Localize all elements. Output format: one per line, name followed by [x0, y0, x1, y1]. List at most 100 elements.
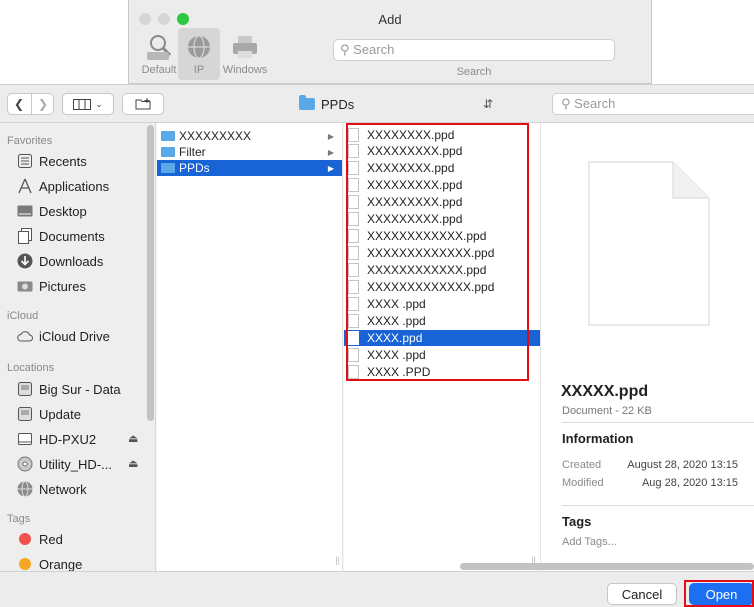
sidebar-header-locations: Locations [7, 362, 55, 374]
sidebar-item-hd-pxu2[interactable]: HD-PXU2 [17, 428, 96, 450]
sidebar-item-label: Recents [39, 153, 87, 169]
preview-pane: XXXXX.ppd Document - 22 KB Information C… [540, 123, 754, 571]
sidebar-item-pictures[interactable]: Pictures [17, 275, 86, 297]
modified-label: Modified [562, 477, 604, 489]
sidebar-item-label: iCloud Drive [39, 328, 110, 344]
created-value: August 28, 2020 13:15 [627, 459, 738, 471]
sidebar-item-applications[interactable]: Applications [17, 175, 109, 197]
printer-icon [233, 36, 257, 58]
columns-view-icon [73, 98, 92, 110]
forward-icon[interactable]: ❯ [38, 97, 48, 111]
sidebar-item-icloud-drive[interactable]: iCloud Drive [17, 325, 110, 347]
dialog-toolbar: ❮ ❯ ⌄ PPDs ⇵ ⚲ Search [0, 85, 754, 123]
new-folder-button[interactable] [122, 93, 164, 115]
column-resize-grip[interactable]: || [335, 555, 340, 565]
back-forward-control: ❮ ❯ [7, 93, 54, 115]
sidebar-item-utility-hd[interactable]: Utility_HD-... [17, 453, 112, 475]
disclosure-arrow-icon: ▶ [327, 131, 334, 141]
list-item-label: XXXXXXXXX [179, 129, 252, 143]
view-mode-button[interactable]: ⌄ [62, 93, 114, 115]
list-item[interactable]: Filter ▶ [157, 144, 342, 160]
updown-chevron-icon: ⇵ [482, 97, 493, 111]
file-list-highlight [346, 123, 529, 381]
default-printer-icon [147, 35, 172, 60]
sidebar-tag-red[interactable]: Red [17, 528, 63, 550]
sidebar-scrollbar[interactable] [147, 125, 154, 421]
documents-icon [18, 228, 32, 244]
tool-windows[interactable]: Windows [219, 28, 271, 80]
sidebar: Favorites Recents Applications Desktop D… [0, 123, 156, 571]
sidebar-header-tags: Tags [7, 513, 31, 525]
tool-ip[interactable]: IP [178, 28, 220, 80]
sidebar-item-label: Desktop [39, 203, 87, 219]
disk-icon [18, 407, 32, 421]
tool-windows-label: Windows [222, 64, 268, 76]
disclosure-arrow-icon: ▶ [327, 147, 334, 157]
cloud-icon [17, 331, 33, 342]
folder-icon [161, 163, 175, 173]
sidebar-item-network[interactable]: Network [17, 478, 87, 500]
desktop-icon [17, 205, 33, 217]
folder-icon [161, 131, 175, 141]
window-title: Add [378, 12, 402, 27]
sidebar-item-label: Pictures [39, 278, 86, 294]
sidebar-tag-orange[interactable]: Orange [17, 553, 82, 571]
sidebar-header-icloud: iCloud [7, 310, 39, 322]
external-drive-icon [18, 433, 32, 445]
sidebar-item-desktop[interactable]: Desktop [17, 200, 87, 222]
list-item[interactable]: PPDs ▶ [157, 160, 342, 176]
location-popup[interactable]: PPDs ⇵ [285, 93, 497, 115]
printer-search-field[interactable]: ⚲ Search [333, 39, 615, 61]
sidebar-item-update[interactable]: Update [17, 403, 81, 425]
disclosure-arrow-icon: ▶ [327, 163, 334, 173]
recents-icon [18, 154, 32, 168]
add-printer-window: Add Default IP Windows ⚲ Search Search [128, 0, 652, 84]
sidebar-item-label: Orange [39, 556, 83, 572]
chevron-down-icon: ⌄ [95, 98, 103, 109]
list-item[interactable]: XXXXXXXXX ▶ [157, 128, 342, 144]
cancel-button[interactable]: Cancel [607, 583, 677, 605]
printer-search-caption: Search [456, 66, 492, 78]
sidebar-item-recents[interactable]: Recents [17, 150, 87, 172]
disk-icon [18, 382, 32, 396]
divider [562, 422, 754, 423]
globe-icon [188, 35, 210, 59]
folder-icon [161, 147, 175, 157]
applications-icon [18, 178, 32, 194]
document-preview-icon [588, 161, 710, 326]
sidebar-item-label: Update [39, 406, 81, 422]
sidebar-item-downloads[interactable]: Downloads [17, 250, 103, 272]
pictures-icon [17, 281, 33, 292]
back-icon[interactable]: ❮ [14, 97, 24, 111]
search-field[interactable]: ⚲ Search [552, 93, 754, 115]
modified-value: Aug 28, 2020 13:15 [641, 477, 738, 489]
sidebar-item-big-sur-data[interactable]: Big Sur - Data [17, 378, 121, 400]
magnifier-icon: ⚲ [340, 42, 350, 57]
tool-ip-label: IP [193, 64, 205, 76]
orange-tag-dot-icon [19, 558, 31, 570]
open-button-highlight [684, 580, 754, 607]
divider [562, 505, 754, 506]
list-item-label: PPDs [179, 161, 210, 175]
preview-file-name: XXXXX.ppd [561, 383, 649, 400]
eject-icon[interactable]: ⏏ [128, 457, 138, 470]
red-tag-dot-icon [19, 533, 31, 545]
created-label: Created [562, 459, 602, 471]
location-label: PPDs [321, 96, 355, 112]
sidebar-item-label: Network [39, 481, 87, 497]
browser-column-1: XXXXXXXXX ▶ Filter ▶ PPDs ▶ || [157, 123, 343, 571]
list-item-label: Filter [179, 145, 206, 159]
sidebar-item-label: Red [39, 531, 63, 547]
sidebar-item-label: Downloads [39, 253, 104, 269]
tags-header: Tags [562, 514, 592, 529]
add-tags-field[interactable]: Add Tags... [562, 536, 617, 548]
sidebar-item-label: HD-PXU2 [39, 431, 97, 447]
information-header: Information [562, 431, 634, 446]
magnifier-icon: ⚲ [561, 96, 571, 111]
folder-icon [299, 95, 315, 110]
sidebar-item-documents[interactable]: Documents [17, 225, 105, 247]
optical-disk-icon [17, 456, 33, 472]
horizontal-scrollbar[interactable] [460, 563, 754, 570]
preview-kind-size: Document - 22 KB [562, 405, 652, 417]
eject-icon[interactable]: ⏏ [128, 432, 138, 445]
